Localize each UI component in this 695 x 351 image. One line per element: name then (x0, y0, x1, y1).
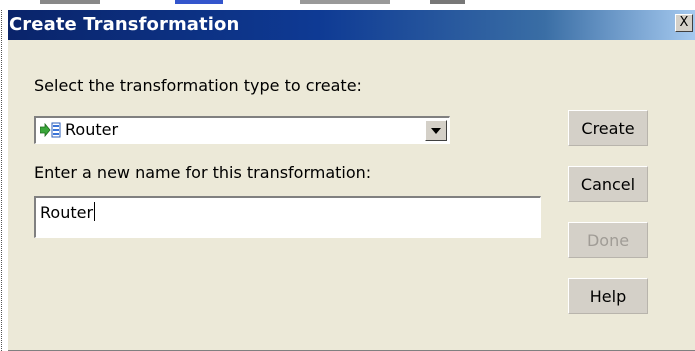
background-fragment (430, 0, 465, 4)
dropdown-button[interactable] (425, 120, 447, 141)
background-fragment (300, 0, 390, 4)
transformation-type-label: Select the transformation type to create… (34, 76, 362, 95)
help-button[interactable]: Help (568, 278, 648, 314)
chevron-down-icon (431, 128, 441, 134)
done-button[interactable]: Done (568, 222, 648, 258)
background-window-strip (0, 0, 695, 10)
close-icon: X (679, 15, 689, 30)
close-button[interactable]: X (675, 14, 693, 32)
transformation-name-value-wrap: Router (40, 202, 96, 222)
create-button[interactable]: Create (568, 110, 648, 146)
text-caret (94, 202, 96, 221)
dialog-title: Create Transformation (9, 14, 240, 35)
transformation-type-value: Router (65, 120, 119, 139)
dialog-titlebar[interactable]: Create Transformation X (8, 10, 695, 40)
transformation-name-input[interactable]: Router (34, 196, 541, 238)
background-fragment (40, 0, 100, 4)
background-dotted-border (1, 10, 2, 351)
cancel-button[interactable]: Cancel (568, 166, 648, 202)
background-fragment (175, 0, 223, 4)
transformation-type-select[interactable]: Router (34, 116, 450, 144)
create-transformation-dialog: Create Transformation X Select the trans… (7, 10, 695, 351)
router-transformation-icon (40, 122, 61, 138)
transformation-name-label: Enter a new name for this transformation… (34, 163, 372, 182)
transformation-name-value: Router (40, 203, 94, 222)
